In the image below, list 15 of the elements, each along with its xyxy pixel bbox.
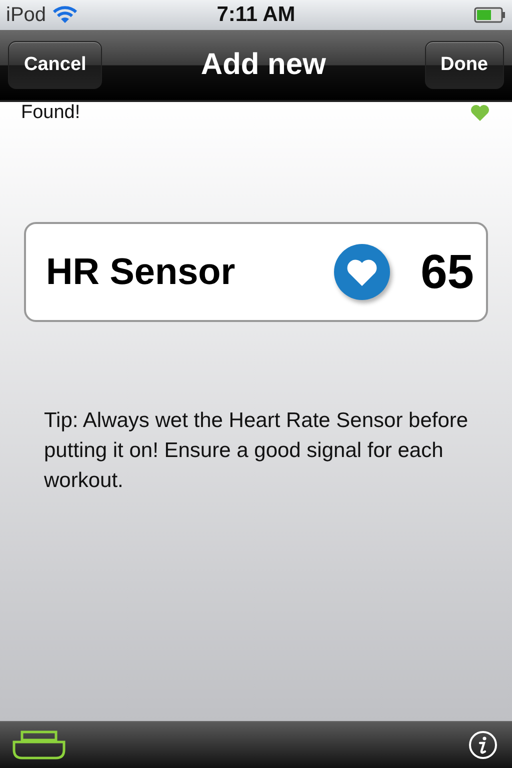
screen-title: Add new <box>200 48 326 82</box>
heart-icon <box>470 104 490 122</box>
tip-text: Tip: Always wet the Heart Rate Sensor before putting it on! Ensure a good signal for each workout. <box>44 408 470 494</box>
info-icon[interactable] <box>468 730 498 760</box>
cancel-button[interactable]: Cancel <box>8 41 102 89</box>
heart-rate-reading: 65 <box>420 244 474 300</box>
done-button[interactable]: Done <box>424 41 504 89</box>
carrier-name: iPod <box>6 4 46 26</box>
wifi-icon <box>52 6 78 24</box>
sensor-name: HR Sensor <box>46 251 236 293</box>
status-message: Found! <box>21 102 80 124</box>
battery-icon <box>474 7 506 23</box>
sensor-pod-icon[interactable] <box>12 730 66 760</box>
clock-time: 7:11 AM <box>216 3 296 27</box>
sensor-card[interactable]: HR Sensor 65 <box>24 222 488 322</box>
